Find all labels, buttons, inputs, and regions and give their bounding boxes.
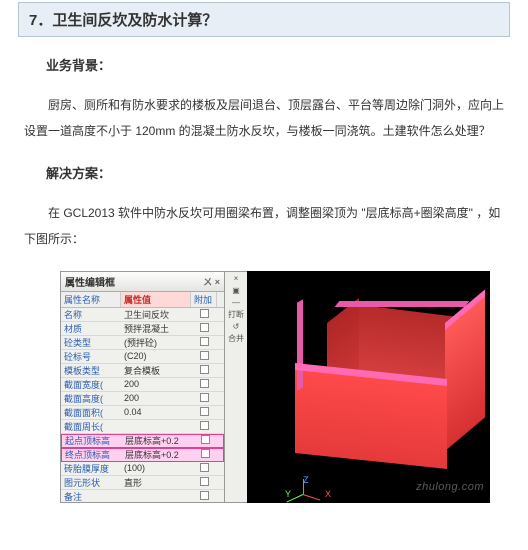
- prop-extra[interactable]: [191, 393, 217, 404]
- property-row[interactable]: 砼类型(预拌砼): [61, 336, 224, 350]
- prop-name: 砖胎膜厚度: [61, 462, 121, 475]
- property-row[interactable]: 起点顶标高层底标高+0.2: [61, 434, 224, 448]
- property-row[interactable]: 图元形状直形: [61, 476, 224, 490]
- solution-label: 解决方案：: [46, 163, 528, 182]
- prop-value[interactable]: 层底标高+0.2: [122, 434, 192, 447]
- checkbox-icon[interactable]: [200, 337, 209, 346]
- property-row[interactable]: 名称卫生间反坎: [61, 308, 224, 322]
- prop-name: 砼标号: [61, 350, 121, 363]
- prop-value[interactable]: 0.04: [121, 407, 191, 417]
- viewport-3d[interactable]: Z X Y zhulong.com: [247, 271, 490, 503]
- panel-header-row: 属性名称 属性值 附加: [61, 292, 224, 308]
- axis-z-label: Z: [303, 475, 309, 485]
- checkbox-icon[interactable]: [200, 351, 209, 360]
- prop-name: 截面高度(: [61, 392, 121, 405]
- checkbox-icon[interactable]: [200, 491, 209, 500]
- prop-value[interactable]: 卫生间反坎: [121, 308, 191, 321]
- toolbar-button[interactable]: ▣: [232, 287, 240, 295]
- checkbox-icon[interactable]: [200, 421, 209, 430]
- axis-y-label: Y: [285, 489, 291, 499]
- background-label: 业务背景：: [46, 55, 528, 74]
- prop-value[interactable]: (预拌砼): [121, 336, 191, 349]
- prop-extra[interactable]: [191, 309, 217, 320]
- prop-value[interactable]: 200: [121, 379, 191, 389]
- prop-name: 砼类型: [61, 336, 121, 349]
- heading-text: 7．卫生间反坎及防水计算？: [29, 12, 217, 29]
- checkbox-icon[interactable]: [200, 365, 209, 374]
- prop-value[interactable]: 层底标高+0.2: [122, 448, 192, 461]
- property-row[interactable]: 截面周长(: [61, 420, 224, 434]
- prop-name: 图元形状: [61, 476, 121, 489]
- toolbar-button[interactable]: ×: [234, 275, 239, 283]
- prop-name: 起点顶标高: [62, 434, 122, 447]
- checkbox-icon[interactable]: [200, 323, 209, 332]
- prop-extra[interactable]: [191, 407, 217, 418]
- toolbar-button[interactable]: 合并: [228, 335, 244, 343]
- prop-value[interactable]: (100): [121, 463, 191, 473]
- prop-value[interactable]: 预拌混凝土: [121, 322, 191, 335]
- checkbox-icon[interactable]: [200, 463, 209, 472]
- panel-title: 属性编辑框: [65, 274, 115, 289]
- header-name: 属性名称: [61, 292, 121, 307]
- checkbox-icon[interactable]: [200, 407, 209, 416]
- property-row[interactable]: 砖胎膜厚度(100): [61, 462, 224, 476]
- prop-name: 截面宽度(: [61, 378, 121, 391]
- prop-name: 截面面积(: [61, 406, 121, 419]
- toolbar-button[interactable]: ↺: [233, 323, 240, 331]
- axis-x-label: X: [325, 489, 331, 499]
- panel-close-icon[interactable]: ㄨ ×: [203, 275, 220, 288]
- property-row[interactable]: 截面面积(0.04: [61, 406, 224, 420]
- prop-extra[interactable]: [191, 491, 217, 502]
- toolbar-button[interactable]: 打断: [228, 311, 244, 319]
- checkbox-icon[interactable]: [200, 477, 209, 486]
- checkbox-icon[interactable]: [201, 435, 210, 444]
- property-row[interactable]: 截面宽度(200: [61, 378, 224, 392]
- prop-extra[interactable]: [191, 337, 217, 348]
- panel-rows: 名称卫生间反坎材质预拌混凝土砼类型(预拌砼)砼标号(C20)模板类型复合模板截面…: [61, 308, 224, 502]
- checkbox-icon[interactable]: [201, 449, 210, 458]
- prop-value[interactable]: 直形: [121, 476, 191, 489]
- prop-extra[interactable]: [191, 323, 217, 334]
- prop-extra[interactable]: [191, 477, 217, 488]
- header-value: 属性值: [121, 292, 191, 307]
- panel-titlebar[interactable]: 属性编辑框 ㄨ ×: [61, 272, 224, 292]
- property-row[interactable]: 终点顶标高层底标高+0.2: [61, 448, 224, 462]
- prop-value[interactable]: (C20): [121, 351, 191, 361]
- property-row[interactable]: 材质预拌混凝土: [61, 322, 224, 336]
- section-heading: 7．卫生间反坎及防水计算？: [18, 2, 510, 37]
- property-panel: 属性编辑框 ㄨ × 属性名称 属性值 附加 名称卫生间反坎材质预拌混凝土砼类型(…: [60, 271, 225, 503]
- prop-value[interactable]: 复合模板: [121, 364, 191, 377]
- checkbox-icon[interactable]: [200, 309, 209, 318]
- prop-extra[interactable]: [191, 365, 217, 376]
- property-row[interactable]: 模板类型复合模板: [61, 364, 224, 378]
- prop-name: 材质: [61, 322, 121, 335]
- prop-name: 模板类型: [61, 364, 121, 377]
- background-paragraph: 厨房、厕所和有防水要求的楼板及层间退台、顶层露台、平台等周边除门洞外，应向上设置…: [24, 92, 504, 145]
- figure: 属性编辑框 ㄨ × 属性名称 属性值 附加 名称卫生间反坎材质预拌混凝土砼类型(…: [60, 271, 490, 511]
- prop-name: 备注: [61, 490, 121, 502]
- prop-name: 名称: [61, 308, 121, 321]
- mini-toolbar: × ▣ — 打断 ↺ 合并: [225, 271, 247, 503]
- axis-gizmo: [303, 494, 304, 495]
- prop-extra[interactable]: [192, 449, 218, 460]
- prop-extra[interactable]: [191, 421, 217, 432]
- checkbox-icon[interactable]: [200, 379, 209, 388]
- property-row[interactable]: 截面高度(200: [61, 392, 224, 406]
- property-row[interactable]: 备注: [61, 490, 224, 502]
- prop-value[interactable]: 200: [121, 393, 191, 403]
- prop-extra[interactable]: [191, 379, 217, 390]
- model-box: [277, 291, 467, 461]
- watermark: zhulong.com: [416, 481, 484, 493]
- prop-name: 截面周长(: [61, 420, 121, 433]
- checkbox-icon[interactable]: [200, 393, 209, 402]
- prop-extra[interactable]: [191, 351, 217, 362]
- toolbar-button[interactable]: —: [232, 299, 240, 307]
- prop-name: 终点顶标高: [62, 448, 122, 461]
- header-extra: 附加: [191, 292, 217, 307]
- prop-extra[interactable]: [191, 463, 217, 474]
- solution-paragraph: 在 GCL2013 软件中防水反坎可用圈梁布置，调整圈梁顶为 "层底标高+圈梁高…: [24, 200, 504, 253]
- prop-extra[interactable]: [192, 435, 218, 446]
- property-row[interactable]: 砼标号(C20): [61, 350, 224, 364]
